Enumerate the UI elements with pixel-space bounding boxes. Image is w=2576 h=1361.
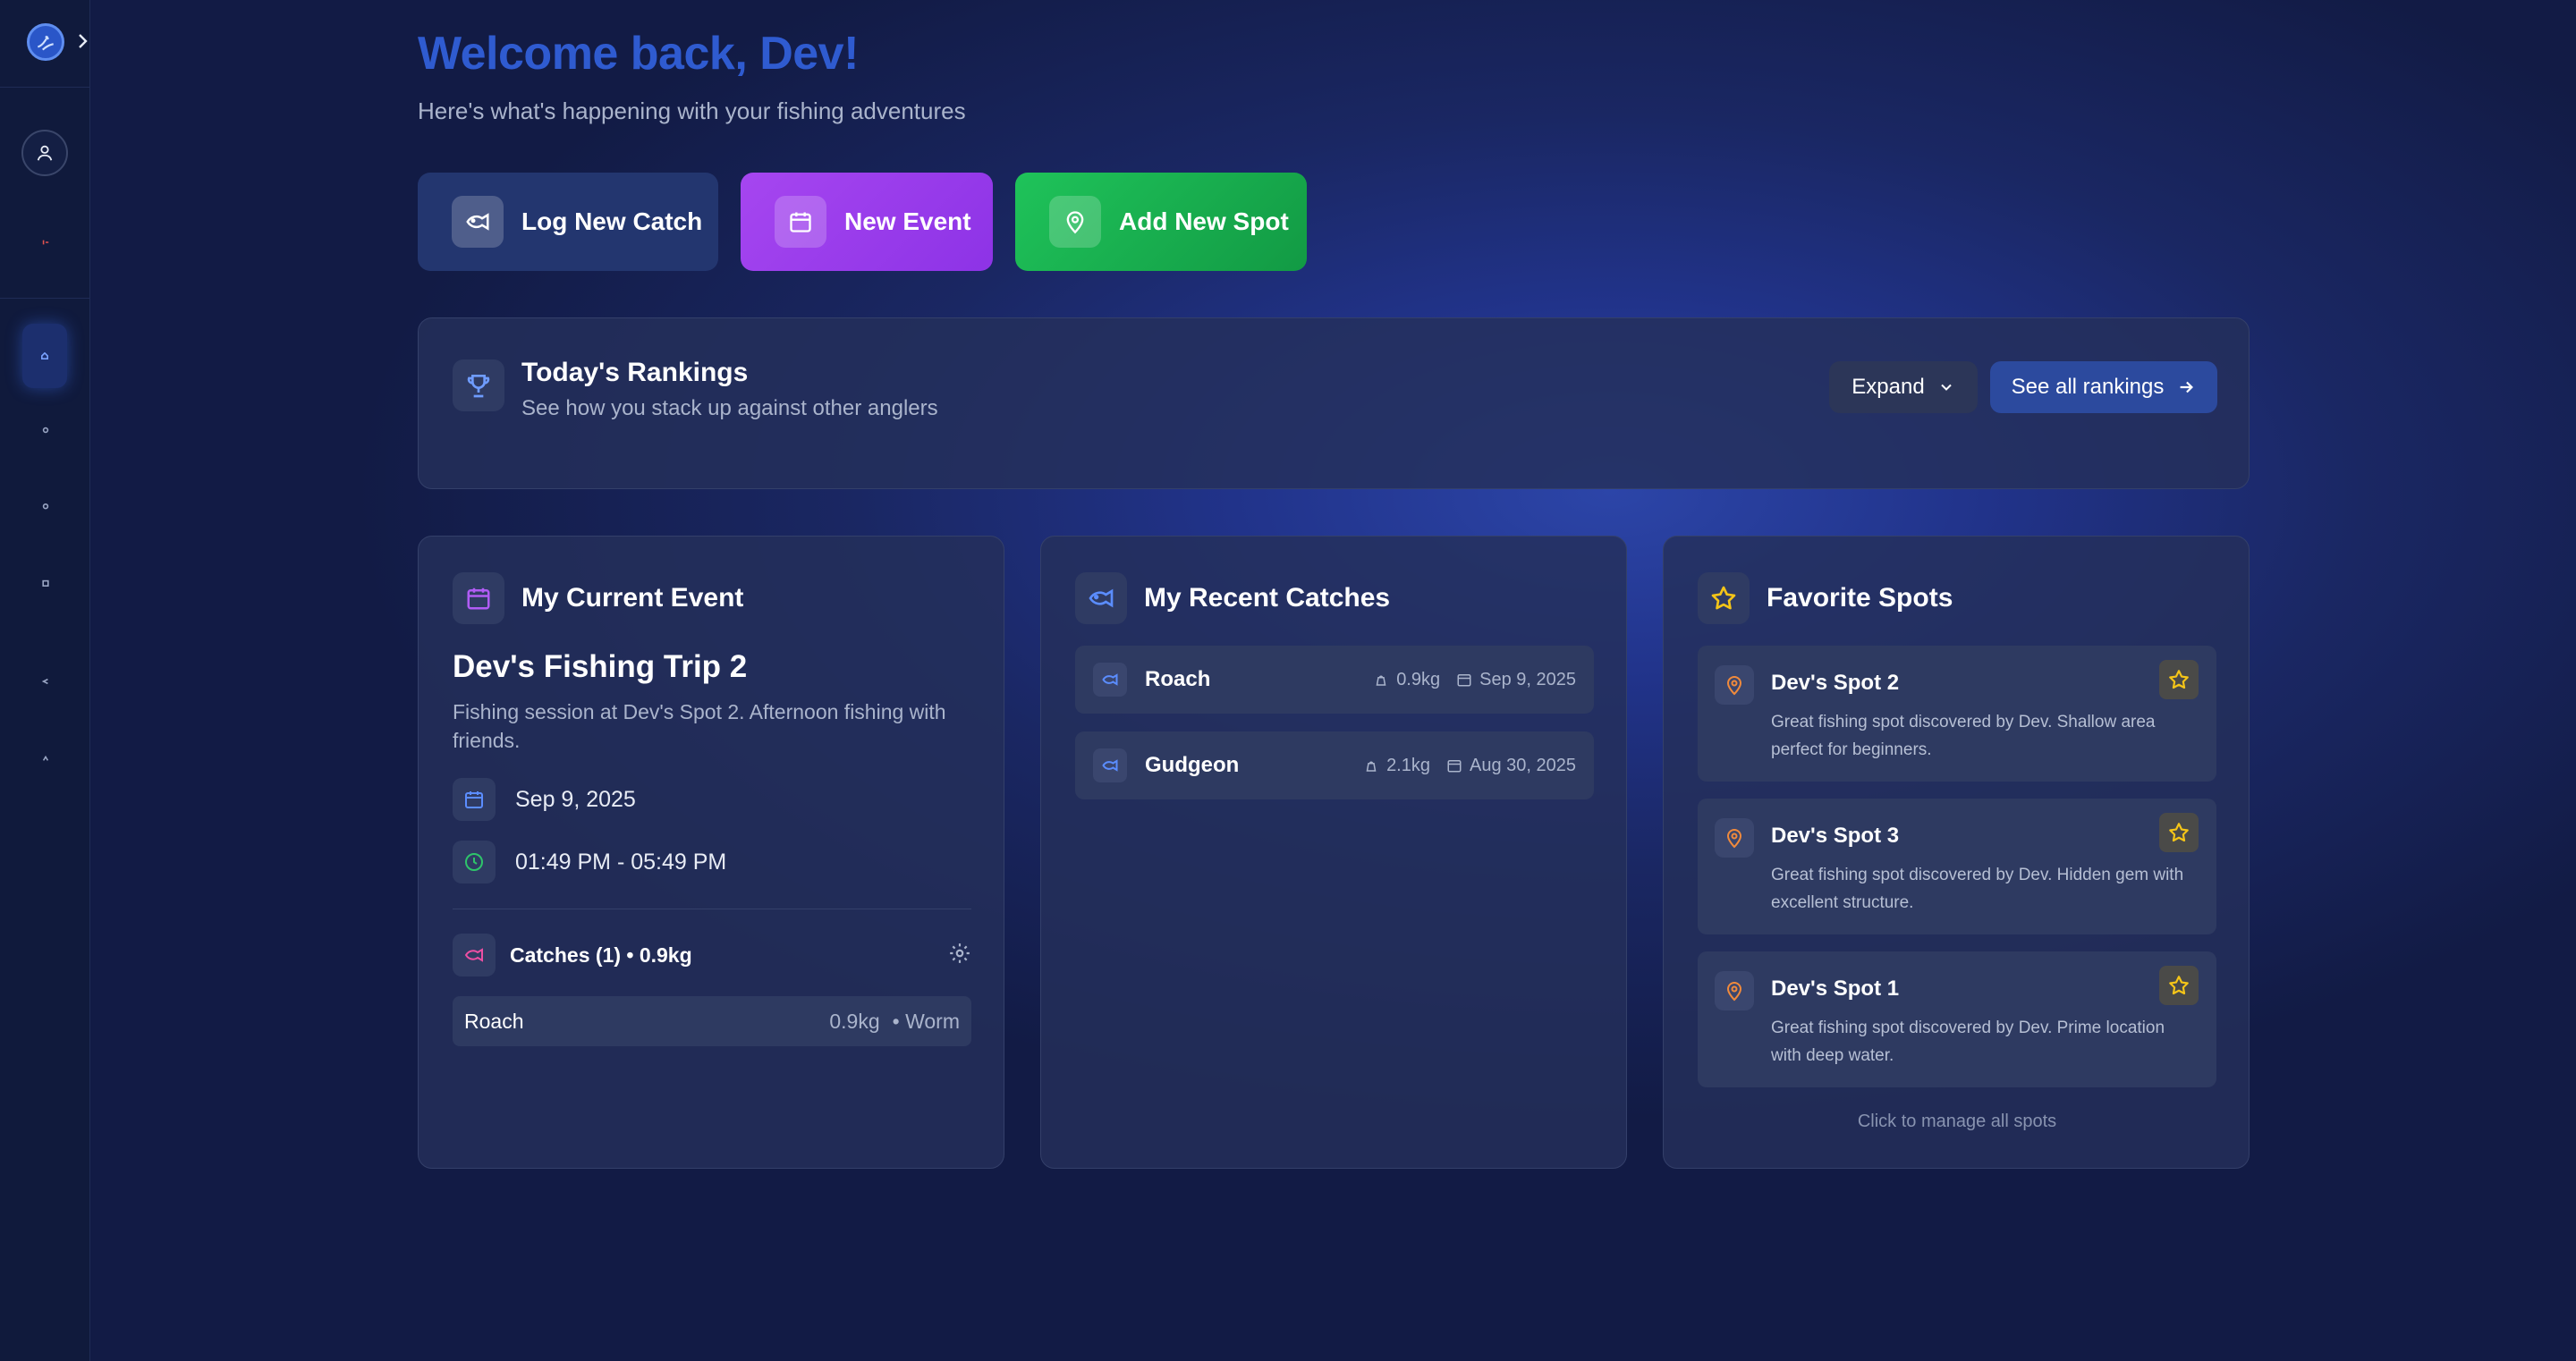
fish-icon [1075,572,1127,624]
event-time: 01:49 PM - 05:49 PM [515,849,727,875]
calendar-icon [1447,760,1462,773]
expand-rankings-button[interactable]: Expand [1829,361,1978,413]
recent-catch-date: Aug 30, 2025 [1446,756,1576,776]
calendar-icon [453,778,496,821]
catch-weight: 0.9kg [829,1009,880,1033]
current-event-card[interactable]: My Current Event Dev's Fishing Trip 2 Fi… [418,536,1004,1169]
clock-icon [453,841,496,883]
page-title: Welcome back, Dev! [418,28,859,80]
favorite-star-icon[interactable] [2159,966,2199,1005]
spot-name: Dev's Spot 3 [1771,824,1900,848]
settings-gear-icon[interactable] [948,942,971,969]
spot-description: Great fishing spot discovered by Dev. Pr… [1771,1019,2165,1065]
new-event-label: New Event [844,207,971,235]
nav-events-icon[interactable] [41,579,50,588]
page-subtitle: Here's what's happening with your fishin… [418,97,966,124]
rankings-panel: Today's Rankings See how you stack up ag… [418,317,2250,489]
nav-share-icon[interactable] [41,677,50,686]
sidebar-divider [0,298,90,299]
favorite-star-icon[interactable] [2159,660,2199,699]
event-date-row: Sep 9, 2025 [453,778,636,821]
recent-catch-weight-value: 0.9kg [1396,669,1441,689]
recent-catch-date-value: Sep 9, 2025 [1479,669,1576,689]
current-event-title: My Current Event [521,583,744,613]
recent-catch-species: Roach [1145,667,1211,691]
event-catches-summary: Catches (1) • 0.9kg [510,943,692,967]
rankings-description: See how you stack up against other angle… [521,396,938,420]
recent-catch-weight-value: 2.1kg [1386,755,1430,775]
user-profile-icon[interactable] [21,130,68,176]
map-pin-icon [1715,665,1754,705]
event-time-row: 01:49 PM - 05:49 PM [453,841,726,883]
recent-catch-species: Gudgeon [1145,753,1240,777]
sidebar [0,0,90,1361]
event-name: Dev's Fishing Trip 2 [453,649,748,684]
spot-description: Great fishing spot discovered by Dev. Hi… [1771,866,2184,912]
spot-name: Dev's Spot 1 [1771,976,1900,1001]
map-pin-icon [1715,971,1754,1010]
fish-icon [1093,748,1127,782]
recent-catch-date: Sep 9, 2025 [1456,670,1576,690]
spot-description: Great fishing spot discovered by Dev. Sh… [1771,713,2156,759]
favorite-spots-card[interactable]: Favorite Spots Dev's Spot 2 Great fishin… [1663,536,2250,1169]
expand-label: Expand [1852,375,1925,399]
recent-catch-item[interactable]: Roach 0.9kg Sep 9, 2025 [1075,646,1594,714]
add-new-spot-button[interactable]: Add New Spot [1015,173,1307,271]
weight-icon [1366,761,1377,772]
see-all-rankings-label: See all rankings [2011,375,2165,399]
rankings-title: Today's Rankings [521,358,749,387]
recent-catch-date-value: Aug 30, 2025 [1470,755,1576,775]
star-icon [1698,572,1750,624]
event-catches-header: Catches (1) • 0.9kg [453,934,971,976]
nav-rankings-icon[interactable] [41,754,50,763]
recent-catch-weight: 2.1kg [1363,756,1430,776]
favorite-spots-title: Favorite Spots [1767,583,1953,613]
favorite-spot-item[interactable]: Dev's Spot 2 Great fishing spot discover… [1698,646,2216,782]
chevron-down-icon [1940,384,1952,391]
map-pin-icon [1049,196,1101,248]
calendar-icon [1457,674,1471,687]
event-description: Fishing session at Dev's Spot 2. Afterno… [453,700,946,752]
fish-icon [452,196,504,248]
recent-catch-item[interactable]: Gudgeon 2.1kg Aug 30, 2025 [1075,731,1594,799]
see-all-rankings-button[interactable]: See all rankings [1990,361,2217,413]
calendar-icon [775,196,826,248]
favorite-spot-item[interactable]: Dev's Spot 3 Great fishing spot discover… [1698,799,2216,934]
add-new-spot-label: Add New Spot [1119,207,1289,235]
nav-catches-icon[interactable] [41,426,50,435]
spot-name: Dev's Spot 2 [1771,671,1900,695]
event-date: Sep 9, 2025 [515,786,636,812]
trophy-icon [453,359,504,411]
catch-species: Roach [464,1009,524,1033]
log-new-catch-button[interactable]: Log New Catch [418,173,718,271]
sidebar-header [0,0,89,88]
recent-catches-card[interactable]: My Recent Catches Roach 0.9kg Sep 9, 202… [1040,536,1627,1169]
event-catch-row[interactable]: Roach 0.9kg • Worm [453,996,971,1046]
arrow-right-icon [2180,381,2194,393]
app-logo-icon[interactable] [27,23,64,61]
weight-icon [1376,675,1386,686]
calendar-icon [453,572,504,624]
map-pin-icon [1715,818,1754,858]
nav-home-icon[interactable] [22,324,67,388]
favorite-spot-item[interactable]: Dev's Spot 1 Great fishing spot discover… [1698,951,2216,1087]
recent-catches-title: My Recent Catches [1144,583,1391,613]
new-event-button[interactable]: New Event [741,173,993,271]
sidebar-expand-chevron-icon[interactable] [77,27,89,55]
log-new-catch-label: Log New Catch [521,207,703,235]
nav-spots-icon[interactable] [41,503,50,511]
recent-catch-weight: 0.9kg [1373,670,1440,690]
fish-icon [453,934,496,976]
favorite-star-icon[interactable] [2159,813,2199,852]
catch-bait: • Worm [892,1009,960,1033]
manage-spots-link[interactable]: Click to manage all spots [1664,1112,2250,1132]
logout-icon[interactable] [41,238,50,247]
fish-icon [1093,663,1127,697]
